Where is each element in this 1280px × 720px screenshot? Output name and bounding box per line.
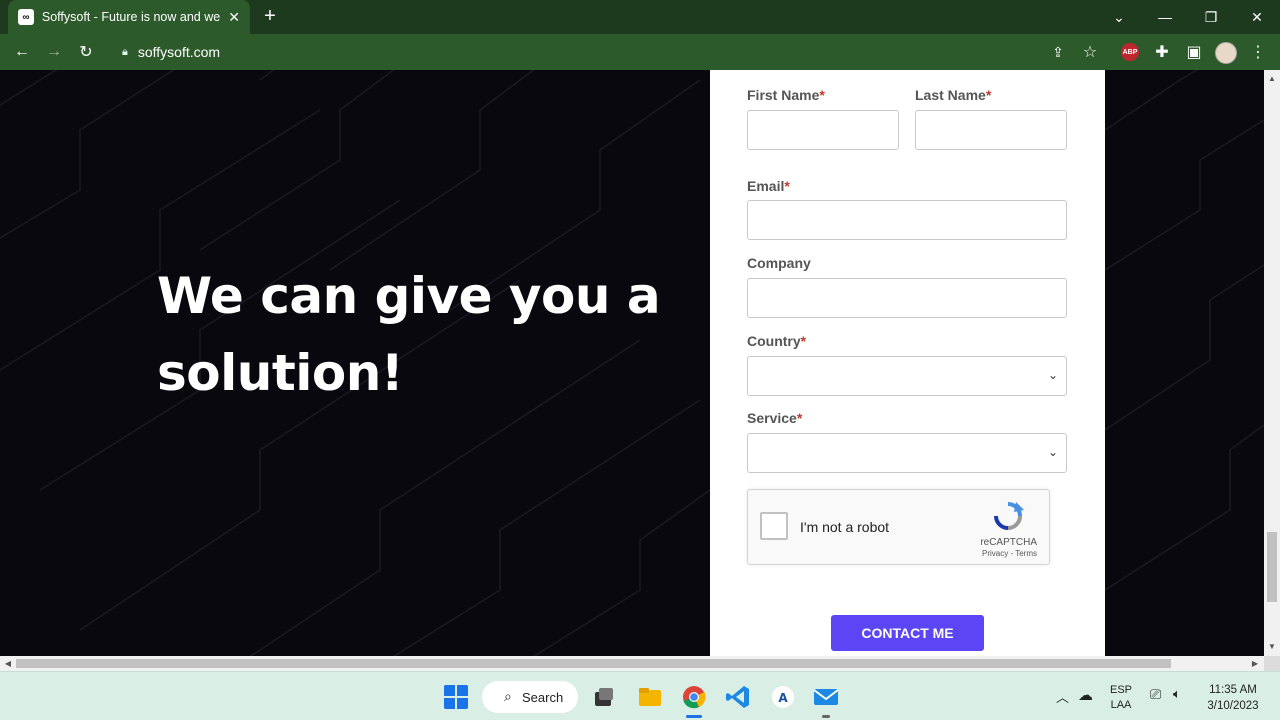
extensions-puzzle-icon[interactable]: ✚ (1150, 40, 1174, 64)
search-icon: ⌕ (504, 688, 512, 704)
scroll-right-icon[interactable]: ▶ (1248, 656, 1262, 671)
url-text: soffysoft.com (137, 44, 221, 60)
hero-headline: We can give you a solution! (157, 267, 661, 402)
recaptcha-links[interactable]: Privacy - Terms (982, 549, 1037, 558)
service-select[interactable]: ⌄ (747, 433, 1067, 473)
clock-time: 11:35 AM (1209, 684, 1257, 696)
last-name-label: Last Name* (915, 87, 992, 103)
profile-avatar[interactable] (1215, 42, 1237, 64)
horizontal-scroll-thumb[interactable] (16, 659, 1171, 668)
contact-form: First Name* Last Name* Email* Company Co… (710, 70, 1105, 656)
recaptcha-label: I'm not a robot (800, 519, 890, 535)
address-bar[interactable]: 🔒︎ soffysoft.com (106, 38, 1106, 66)
mail-icon[interactable] (813, 684, 839, 710)
new-tab-button[interactable]: + (260, 6, 280, 26)
email-label: Email* (747, 178, 790, 194)
volume-icon[interactable]: 🔈︎ (1173, 686, 1181, 702)
reload-icon[interactable]: ↻ (74, 40, 98, 64)
chevron-down-icon: ⌄ (1047, 368, 1058, 382)
recaptcha-checkbox[interactable] (760, 512, 788, 540)
service-label: Service* (747, 410, 803, 426)
vertical-scrollbar[interactable]: ▲ ▼ (1264, 70, 1280, 656)
adblock-extension-icon[interactable]: ABP (1121, 43, 1139, 61)
forward-arrow-icon[interactable]: → (42, 40, 66, 64)
browser-tab[interactable]: ∞ Soffysoft - Future is now and we ✕ (8, 0, 250, 34)
recaptcha-brand: reCAPTCHA (980, 537, 1037, 548)
vertical-scroll-thumb[interactable] (1267, 532, 1277, 602)
vscode-icon[interactable] (725, 684, 751, 710)
windows-taskbar: ⌕ Search A ︿ ☁ ESP LAA ⎚ 🔈︎ 11:35 AM 3/1… (0, 671, 1280, 720)
menu-kebab-icon[interactable]: ⋮ (1246, 40, 1270, 64)
restore-icon[interactable]: ❐ (1188, 0, 1234, 34)
back-arrow-icon[interactable]: ← (10, 40, 34, 64)
country-label: Country* (747, 333, 807, 349)
country-select[interactable]: ⌄ (747, 356, 1067, 396)
tab-search-chevron-icon[interactable]: ⌄ (1096, 0, 1142, 34)
close-tab-icon[interactable]: ✕ (228, 9, 240, 26)
windows-start-icon[interactable] (443, 684, 469, 710)
minimize-icon[interactable]: — (1142, 0, 1188, 34)
last-name-field[interactable] (915, 110, 1067, 150)
lock-icon: 🔒︎ (122, 45, 128, 58)
taskbar-search-button[interactable]: ⌕ Search (482, 681, 578, 713)
web-page: We can give you a solution! First Name* … (0, 70, 1264, 656)
chevron-down-icon: ⌄ (1047, 445, 1058, 459)
taskbar-search-label: Search (522, 689, 564, 705)
scrollbar-corner (1264, 656, 1280, 671)
side-panel-icon[interactable]: ▣ (1182, 40, 1206, 64)
contact-me-button[interactable]: CONTACT ME (831, 615, 984, 651)
soffysoft-favicon-icon: ∞ (18, 9, 34, 25)
company-label: Company (747, 255, 811, 271)
browser-toolbar: ← → ↻ 🔒︎ soffysoft.com ⇪ ☆ ABP ✚ ▣ ⋮ (0, 34, 1280, 70)
chrome-icon[interactable] (681, 684, 707, 710)
app-icon[interactable]: A (770, 684, 796, 710)
clock-date: 3/10/2023 (1207, 700, 1259, 712)
file-explorer-icon[interactable] (637, 684, 663, 710)
first-name-label: First Name* (747, 87, 825, 103)
language-code: ESP (1109, 684, 1132, 696)
scroll-up-icon[interactable]: ▲ (1264, 72, 1280, 86)
clock[interactable]: 11:35 AM 3/10/2023 (1202, 682, 1264, 714)
email-field[interactable] (747, 200, 1067, 240)
task-view-icon[interactable] (591, 684, 617, 710)
close-window-icon[interactable]: ✕ (1234, 0, 1280, 34)
keyboard-layout-code: LAA (1110, 699, 1132, 711)
company-field[interactable] (747, 278, 1067, 318)
horizontal-scrollbar[interactable]: ◀ ▶ (0, 656, 1264, 671)
running-app-indicator (822, 715, 830, 718)
tab-title: Soffysoft - Future is now and we (41, 10, 221, 24)
svg-text:A: A (778, 691, 788, 705)
tray-overflow-chevron-icon[interactable]: ︿ (1056, 687, 1069, 706)
recaptcha-logo-icon (994, 502, 1024, 530)
scroll-left-icon[interactable]: ◀ (1, 656, 15, 671)
bookmark-star-icon[interactable]: ☆ (1078, 40, 1102, 64)
network-icon[interactable]: ⎚ (1150, 686, 1161, 703)
onedrive-cloud-icon[interactable]: ☁ (1078, 686, 1093, 704)
share-icon[interactable]: ⇪ (1046, 40, 1070, 64)
scroll-down-icon[interactable]: ▼ (1264, 640, 1280, 654)
first-name-field[interactable] (747, 110, 899, 150)
recaptcha-widget: I'm not a robot reCAPTCHA Privacy - Term… (747, 489, 1050, 565)
active-app-indicator (686, 715, 702, 718)
input-language-indicator[interactable]: ESP LAA (1108, 683, 1134, 713)
tab-strip: ∞ Soffysoft - Future is now and we ✕ + ⌄… (0, 0, 1280, 34)
